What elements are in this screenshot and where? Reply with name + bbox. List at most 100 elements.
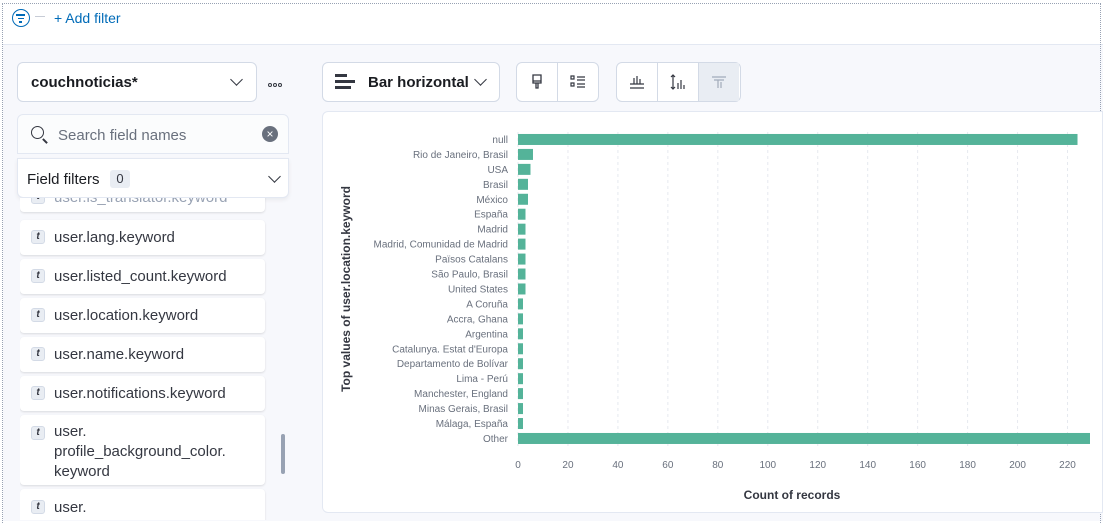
field-filters-label: Field filters bbox=[27, 171, 100, 188]
y-tick-label: Països Catalans bbox=[435, 255, 508, 266]
field-name: user.lang.keyword bbox=[54, 229, 175, 246]
y-axis-title: Top values of user.location.keyword bbox=[339, 186, 353, 392]
y-tick-label: A Coruña bbox=[466, 299, 508, 310]
y-axis-icon[interactable] bbox=[657, 63, 698, 101]
bar bbox=[518, 133, 1078, 145]
string-type-icon: t bbox=[31, 500, 45, 514]
field-item[interactable]: t user. profile_background_color. keywor… bbox=[20, 415, 265, 485]
y-axis-right-icon bbox=[698, 63, 739, 101]
field-name: user.location.keyword bbox=[54, 307, 199, 324]
bar bbox=[518, 223, 526, 235]
bar bbox=[518, 432, 1090, 444]
string-type-icon: t bbox=[31, 426, 45, 440]
x-tick-label: 160 bbox=[909, 460, 926, 471]
chart-panel: null Rio de Janeiro, Brasil USA Brasil Méxic… bbox=[322, 111, 1103, 513]
list-settings-icon[interactable] bbox=[557, 63, 598, 101]
y-tick-label: null bbox=[492, 135, 508, 146]
string-type-icon: t bbox=[31, 198, 45, 204]
bar bbox=[518, 373, 523, 385]
x-tick-label: 140 bbox=[859, 460, 876, 471]
x-tick-label: 220 bbox=[1059, 460, 1076, 471]
chevron-down-icon bbox=[230, 73, 243, 86]
field-item[interactable]: t user. profile_background_image bbox=[20, 489, 265, 520]
field-name: user. profile_background_image bbox=[54, 499, 231, 520]
bar bbox=[518, 403, 523, 415]
add-filter-button[interactable]: + Add filter bbox=[54, 10, 121, 26]
y-tick-label: España bbox=[474, 210, 508, 221]
more-options-icon[interactable] bbox=[268, 79, 283, 90]
bar bbox=[518, 193, 528, 205]
chevron-down-icon bbox=[474, 73, 487, 86]
y-tick-label: Madrid, Comunidad de Madrid bbox=[373, 240, 508, 251]
bar bbox=[518, 238, 526, 250]
y-tick-label: Accra, Ghana bbox=[447, 314, 509, 325]
y-tick-label: Argentina bbox=[465, 329, 508, 340]
field-item[interactable]: t user.lang.keyword bbox=[20, 220, 265, 255]
axis-button-group bbox=[616, 62, 741, 102]
x-tick-label: 80 bbox=[712, 460, 724, 471]
bar bbox=[518, 388, 523, 400]
string-type-icon: t bbox=[31, 386, 45, 400]
string-type-icon: t bbox=[31, 308, 45, 322]
bar bbox=[518, 178, 528, 190]
field-item[interactable]: t user.notifications.keyword bbox=[20, 376, 265, 411]
chart-type-label: Bar horizontal bbox=[368, 74, 469, 91]
paintbrush-icon[interactable] bbox=[517, 63, 557, 101]
field-filters-toggle[interactable]: Field filters 0 bbox=[17, 158, 289, 198]
filter-icon[interactable] bbox=[12, 9, 30, 27]
x-tick-label: 120 bbox=[809, 460, 826, 471]
x-tick-label: 100 bbox=[759, 460, 776, 471]
bar bbox=[518, 343, 523, 355]
y-tick-label: Minas Gerais, Brasil bbox=[419, 404, 508, 415]
field-list-scrollbar[interactable] bbox=[281, 434, 285, 474]
y-tick-label: Manchester, England bbox=[414, 389, 508, 400]
string-type-icon: t bbox=[31, 269, 45, 283]
x-tick-label: 40 bbox=[612, 460, 624, 471]
y-tick-label: Brasil bbox=[483, 180, 508, 191]
field-name: user.listed_count.keyword bbox=[54, 268, 227, 285]
field-item[interactable]: t user.is_translator.keyword bbox=[20, 198, 265, 212]
chevron-down-icon bbox=[268, 170, 281, 183]
clear-icon[interactable]: × bbox=[262, 126, 278, 142]
appearance-button-group bbox=[516, 62, 599, 102]
y-tick-label: Madrid bbox=[477, 225, 508, 236]
bar bbox=[518, 328, 523, 340]
field-item[interactable]: t user.location.keyword bbox=[20, 298, 265, 333]
bar bbox=[518, 253, 526, 265]
field-item[interactable]: t user.listed_count.keyword bbox=[20, 259, 265, 294]
bar bbox=[518, 163, 531, 175]
field-list: t user.is_translator.keyword t user.lang… bbox=[20, 198, 267, 520]
field-item[interactable]: t user.name.keyword bbox=[20, 337, 265, 372]
x-tick-label: 60 bbox=[662, 460, 674, 471]
bar bbox=[518, 358, 523, 370]
bar bbox=[518, 148, 533, 160]
field-name: user.is_translator.keyword bbox=[54, 198, 227, 208]
search-icon bbox=[31, 126, 44, 139]
bar bbox=[518, 298, 523, 310]
chart-type-select[interactable]: Bar horizontal bbox=[322, 62, 500, 102]
x-tick-label: 180 bbox=[959, 460, 976, 471]
y-tick-label: USA bbox=[487, 165, 508, 176]
x-tick-label: 200 bbox=[1009, 460, 1026, 471]
y-tick-label: Other bbox=[483, 434, 509, 445]
y-tick-label: Málaga, España bbox=[436, 419, 509, 430]
x-axis-icon[interactable] bbox=[617, 63, 657, 101]
index-pattern-select[interactable]: couchnoticias* bbox=[17, 62, 257, 102]
x-tick-label: 0 bbox=[515, 460, 521, 471]
x-tick-label: 20 bbox=[562, 460, 574, 471]
y-tick-label: Lima - Perú bbox=[456, 374, 508, 385]
field-name: user.name.keyword bbox=[54, 346, 185, 363]
y-tick-label: México bbox=[476, 195, 508, 206]
field-filters-count-badge: 0 bbox=[110, 170, 130, 188]
field-name: user.notifications.keyword bbox=[54, 385, 226, 402]
field-name: user. profile_background_color. keyword bbox=[54, 423, 226, 480]
search-input[interactable] bbox=[56, 123, 260, 147]
bar bbox=[518, 313, 523, 325]
index-pattern-label: couchnoticias* bbox=[31, 74, 138, 91]
bar-chart: null Rio de Janeiro, Brasil USA Brasil Méxic… bbox=[339, 132, 1090, 502]
string-type-icon: t bbox=[31, 347, 45, 361]
y-tick-label: Departamento de Bolívar bbox=[397, 359, 509, 370]
filter-divider bbox=[35, 16, 45, 17]
bar bbox=[518, 283, 526, 295]
string-type-icon: t bbox=[31, 230, 45, 244]
